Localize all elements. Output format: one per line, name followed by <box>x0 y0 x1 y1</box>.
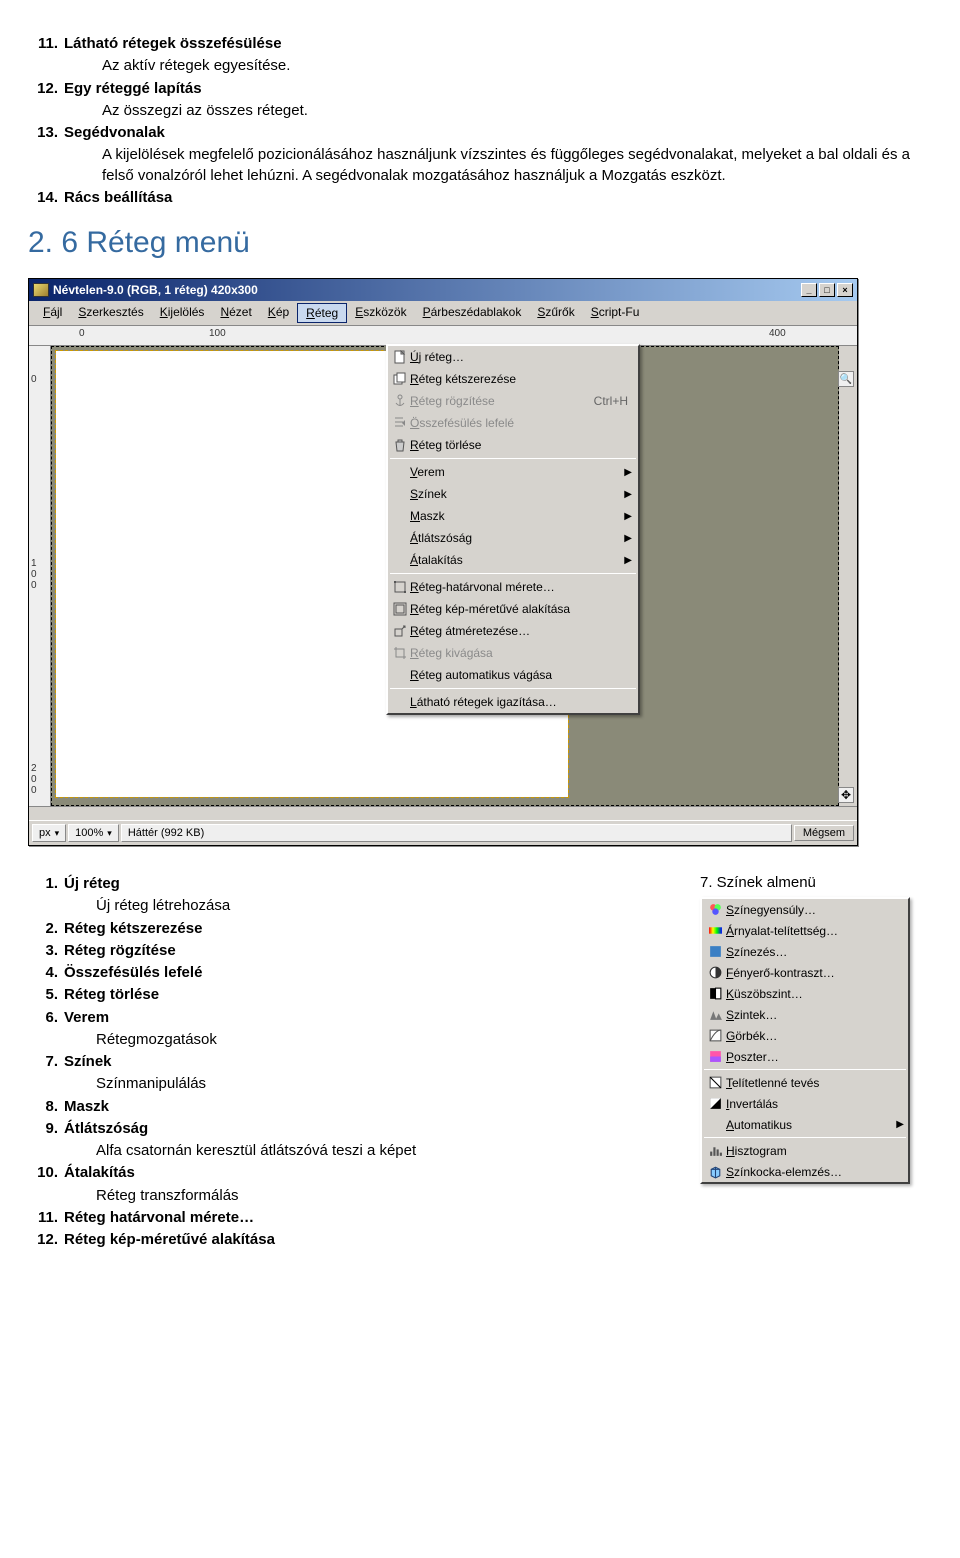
menu-item[interactable]: Réteg automatikus vágása <box>388 664 638 686</box>
menu-script-fu[interactable]: Script-Fu <box>583 303 648 323</box>
colors-submenu: Színegyensúly…Árnyalat-telítettség…Színe… <box>700 897 910 1184</box>
menu-kijelölés[interactable]: Kijelölés <box>152 303 213 323</box>
submenu-item[interactable]: Hisztogram <box>702 1140 908 1161</box>
titlebar: Névtelen-9.0 (RGB, 1 réteg) 420x300 _ □ … <box>29 279 857 301</box>
layer-menu-dropdown: Új réteg…Réteg kétszerezéseRéteg rögzíté… <box>386 344 640 715</box>
menu-item[interactable]: Látható rétegek igazítása… <box>388 691 638 713</box>
submenu-item[interactable]: Színezés… <box>702 941 908 962</box>
menu-item[interactable]: Réteg kép-méretűvé alakítása <box>388 598 638 620</box>
status-text: Háttér (992 KB) <box>121 824 792 842</box>
submenu-item[interactable]: Színegyensúly… <box>702 899 908 920</box>
zoom-tool-icon[interactable]: 🔍 <box>838 371 854 387</box>
bottom-numbered-list: 1.Új rétegÚj réteg létrehozása2.Réteg ké… <box>28 872 680 1252</box>
menu-item[interactable]: Átlátszóság▶ <box>388 527 638 549</box>
menu-item[interactable]: Színek▶ <box>388 483 638 505</box>
zoom-select[interactable]: 100% <box>68 824 119 842</box>
submenu-item[interactable]: Poszter… <box>702 1046 908 1067</box>
maximize-button[interactable]: □ <box>819 283 835 297</box>
cancel-button[interactable]: Mégsem <box>794 825 854 841</box>
top-numbered-list: 11.Látható rétegek összefésüléseAz aktív… <box>28 34 932 208</box>
navigate-icon[interactable]: ✥ <box>838 787 854 803</box>
menubar[interactable]: FájlSzerkesztésKijelölésNézetKépRétegEsz… <box>29 301 857 326</box>
submenu-item[interactable]: Küszöbszint… <box>702 983 908 1004</box>
submenu-heading: 7. Színek almenü <box>700 874 932 891</box>
menu-item: Réteg kivágása <box>388 642 638 664</box>
menu-item[interactable]: Átalakítás▶ <box>388 549 638 571</box>
menu-item[interactable]: Réteg-határvonal mérete… <box>388 576 638 598</box>
horizontal-ruler: 0 100 400 <box>29 326 857 346</box>
menu-nézet[interactable]: Nézet <box>212 303 259 323</box>
menu-szűrők[interactable]: Szűrők <box>529 303 582 323</box>
menu-réteg[interactable]: Réteg <box>297 303 347 323</box>
submenu-item[interactable]: Árnyalat-telítettség… <box>702 920 908 941</box>
app-icon <box>33 283 49 297</box>
window-title: Névtelen-9.0 (RGB, 1 réteg) 420x300 <box>53 283 801 297</box>
submenu-item[interactable]: Automatikus▶ <box>702 1114 908 1135</box>
menu-item[interactable]: Verem▶ <box>388 461 638 483</box>
close-button[interactable]: × <box>837 283 853 297</box>
ruler-mark-100: 100 <box>209 328 226 339</box>
menu-item[interactable]: Maszk▶ <box>388 505 638 527</box>
statusbar: px 100% Háttér (992 KB) Mégsem <box>29 820 857 845</box>
menu-kép[interactable]: Kép <box>260 303 297 323</box>
submenu-item[interactable]: Görbék… <box>702 1025 908 1046</box>
menu-item[interactable]: Réteg kétszerezése <box>388 368 638 390</box>
ruler-mark-0: 0 <box>79 328 85 339</box>
menu-item[interactable]: Új réteg… <box>388 346 638 368</box>
ruler-mark-400: 400 <box>769 328 786 339</box>
menu-szerkesztés[interactable]: Szerkesztés <box>70 303 151 323</box>
submenu-item[interactable]: Színkocka-elemzés… <box>702 1161 908 1182</box>
minimize-button[interactable]: _ <box>801 283 817 297</box>
unit-select[interactable]: px <box>32 824 66 842</box>
menu-fájl[interactable]: Fájl <box>35 303 70 323</box>
menu-item: Összefésülés lefelé <box>388 412 638 434</box>
vertical-ruler: 0100200 <box>29 346 51 806</box>
submenu-item[interactable]: Invertálás <box>702 1093 908 1114</box>
gimp-window: Névtelen-9.0 (RGB, 1 réteg) 420x300 _ □ … <box>28 278 858 846</box>
submenu-item[interactable]: Fényerő-kontraszt… <box>702 962 908 983</box>
menu-párbeszédablakok[interactable]: Párbeszédablakok <box>415 303 530 323</box>
work-area: 0100200 🔍 ✥ Új réteg…Réteg kétszerezéseR… <box>29 346 857 806</box>
submenu-item[interactable]: Telítetlenné tevés <box>702 1072 908 1093</box>
menu-item[interactable]: Réteg törlése <box>388 434 638 456</box>
menu-item[interactable]: Réteg átméretezése… <box>388 620 638 642</box>
menu-item: Réteg rögzítéseCtrl+H <box>388 390 638 412</box>
menu-eszközök[interactable]: Eszközök <box>347 303 414 323</box>
submenu-item[interactable]: Szintek… <box>702 1004 908 1025</box>
horizontal-scrollbar[interactable] <box>29 806 857 820</box>
section-heading: 2. 6 Réteg menü <box>28 226 932 260</box>
